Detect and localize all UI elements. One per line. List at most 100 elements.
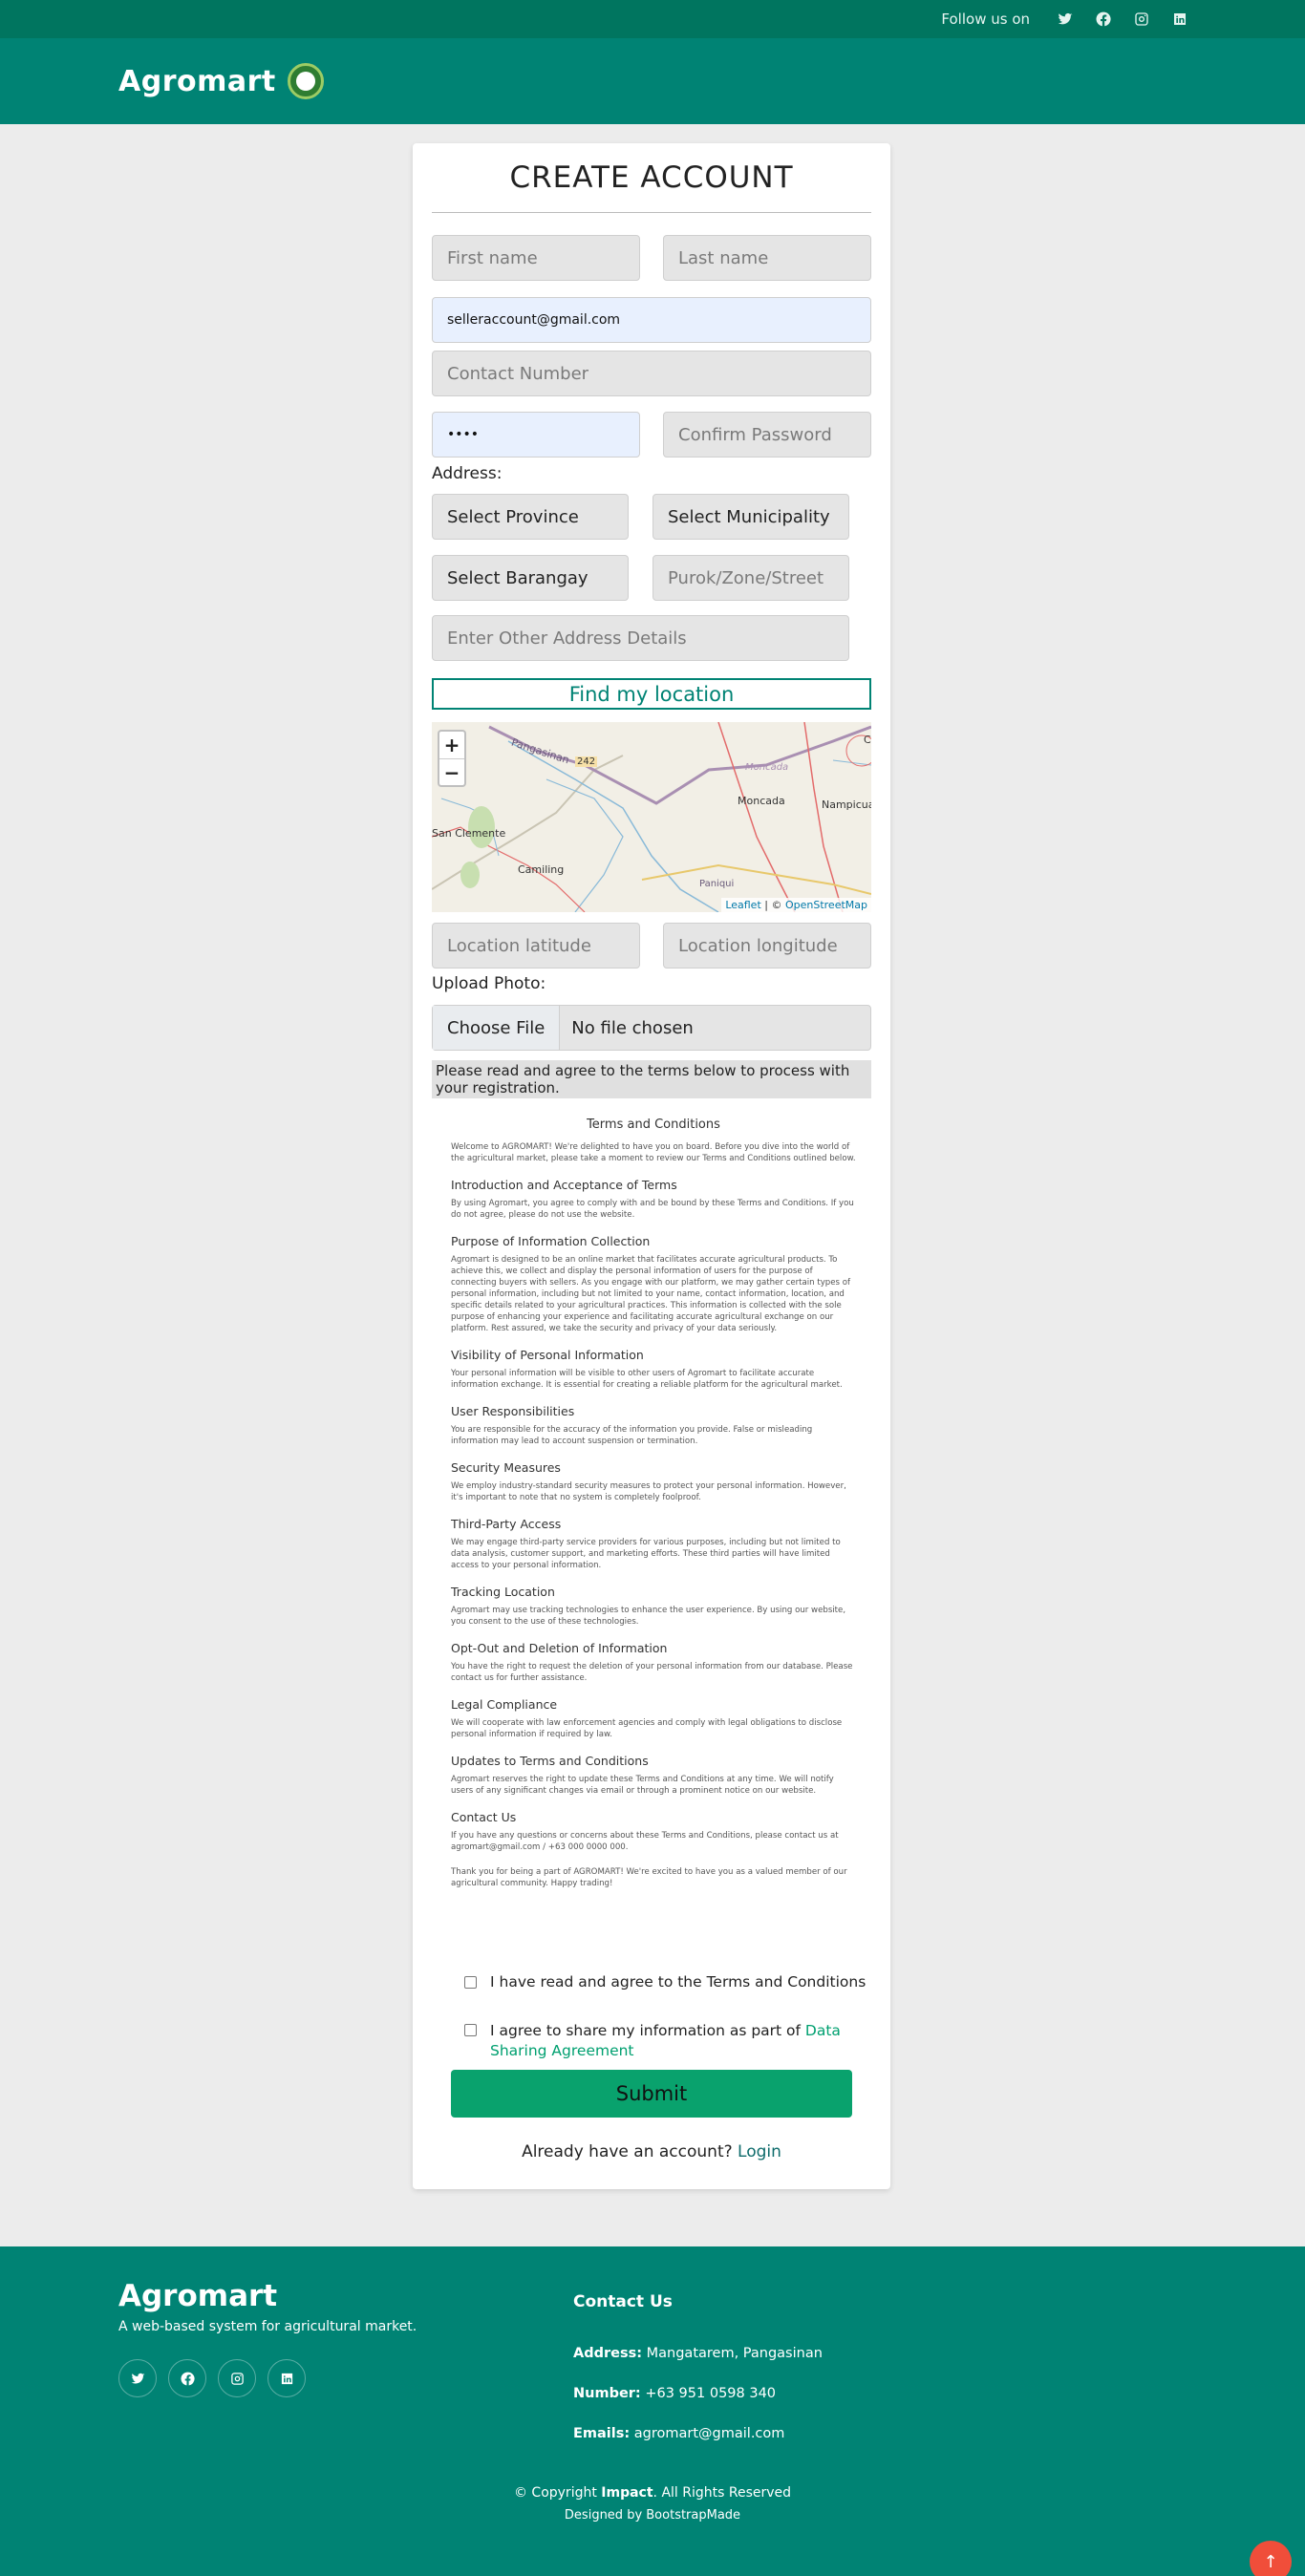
copyright: © Copyright Impact. All Rights Reserved [0,2485,1305,2501]
terms-section-body: We employ industry-standard security mea… [451,1481,846,1502]
map-label: C [864,734,871,746]
map-label: San Clemente [432,827,506,840]
terms-section-body: Agromart reserves the right to update th… [451,1775,834,1796]
number-value: +63 951 0598 340 [640,2386,777,2401]
emails-value: agromart@gmail.com [630,2426,785,2441]
other-address-input[interactable]: Enter Other Address Details [432,615,849,661]
copyright-brand: Impact [601,2485,653,2501]
terms-section-body: Agromart is designed to be an online mar… [451,1255,851,1333]
site-header: Agromart [0,38,1305,124]
longitude-input[interactable]: Location longitude [663,923,871,969]
terms-section-heading: Purpose of Information Collection [451,1234,651,1248]
terms-intro: Welcome to AGROMART! We're delighted to … [451,1142,856,1163]
upload-photo-label: Upload Photo: [432,974,546,993]
footer-socials [118,2359,306,2397]
location-map[interactable]: + − Pangasinan 242 Moncada Moncada Nampi… [432,722,871,912]
terms-section-body: You are responsible for the accuracy of … [451,1425,813,1446]
map-label: Nampicuan [822,798,871,811]
terms-section-body: By using Agromart, you agree to comply w… [451,1199,854,1220]
terms-section-body: Agromart may use tracking technologies t… [451,1606,846,1627]
photo-file-input[interactable]: Choose File No file chosen [432,1005,871,1051]
choose-file-button[interactable]: Choose File [433,1006,561,1050]
latitude-input[interactable]: Location latitude [432,923,640,969]
terms-and-conditions: Terms and Conditions Welcome to AGROMART… [451,1118,856,1889]
terms-section-body: You have the right to request the deleti… [451,1662,853,1683]
zoom-out-button[interactable]: − [439,758,464,785]
designed-by: Designed by BootstrapMade [564,2508,741,2523]
facebook-icon[interactable] [168,2359,206,2397]
municipality-select[interactable]: Select Municipality [652,494,849,540]
data-sharing-agreement[interactable]: I agree to share my information as part … [464,2021,846,2061]
password-input[interactable]: •••• [432,412,640,458]
scroll-to-top-button[interactable]: ↑ [1250,2541,1292,2576]
data-sharing-label: I agree to share my information as part … [490,2021,846,2061]
number-label: Number: [573,2386,641,2401]
leaflet-link[interactable]: Leaflet [725,899,760,911]
map-label: Paniqui [699,879,735,889]
contact-number-input[interactable]: Contact Number [432,351,871,396]
openstreetmap-link[interactable]: OpenStreetMap [785,899,867,911]
terms-section-heading: User Responsibilities [451,1404,575,1418]
email-input[interactable]: selleraccount@gmail.com [432,297,871,343]
site-footer: Agromart A web-based system for agricult… [0,2246,1305,2576]
registration-card: CREATE ACCOUNT First name Last name sell… [413,143,890,2189]
linkedin-icon[interactable] [1171,11,1188,28]
terms-section-heading: Visibility of Personal Information [451,1348,644,1362]
terms-section-heading: Introduction and Acceptance of Terms [451,1178,677,1192]
terms-title: Terms and Conditions [587,1118,720,1132]
terms-checkbox[interactable] [464,1976,477,1989]
find-location-button[interactable]: Find my location [432,678,871,710]
footer-emails: Emails: agromart@gmail.com [573,2426,784,2441]
barangay-select[interactable]: Select Barangay [432,555,629,601]
map-label: Moncada [738,795,785,807]
data-sharing-text: I agree to share my information as part … [490,2022,805,2039]
terms-checkbox-label: I have read and agree to the Terms and C… [490,1973,866,1991]
data-sharing-checkbox[interactable] [464,2024,477,2036]
address-value: Mangatarem, Pangasinan [642,2346,823,2361]
terms-section-heading: Updates to Terms and Conditions [451,1754,649,1768]
instagram-icon[interactable] [1133,11,1150,28]
address-label: Address: [573,2346,643,2361]
confirm-password-input[interactable]: Confirm Password [663,412,871,458]
login-link[interactable]: Login [738,2142,781,2161]
street-input[interactable]: Purok/Zone/Street [652,555,849,601]
terms-section-heading: Security Measures [451,1460,561,1475]
submit-button[interactable]: Submit [451,2070,852,2118]
top-bar: Follow us on [0,0,1305,38]
follow-us-label: Follow us on [941,11,1030,28]
terms-section-heading: Opt-Out and Deletion of Information [451,1641,668,1655]
map-label: Camiling [518,863,565,876]
terms-closing: Thank you for being a part of AGROMART! … [451,1867,847,1888]
footer-address: Address: Mangatarem, Pangasinan [573,2346,823,2361]
terms-agreement[interactable]: I have read and agree to the Terms and C… [464,1973,866,1991]
linkedin-icon[interactable] [267,2359,306,2397]
page-title: CREATE ACCOUNT [509,160,794,195]
file-status: No file chosen [571,1017,694,1038]
twitter-icon[interactable] [1057,11,1074,28]
terms-section-heading: Tracking Location [451,1585,555,1599]
last-name-input[interactable]: Last name [663,235,871,281]
terms-section-body: We may engage third-party service provid… [451,1538,841,1570]
zoom-in-button[interactable]: + [439,732,464,758]
cart-logo-icon [287,63,324,99]
footer-contact-heading: Contact Us [573,2292,673,2311]
map-zoom-controls: + − [438,730,466,787]
terms-section-body: We will cooperate with law enforcement a… [451,1718,843,1739]
brand-logo-text[interactable]: Agromart [118,65,276,98]
attribution-separator: | © [760,899,785,911]
first-name-input[interactable]: First name [432,235,640,281]
terms-section-heading: Third-Party Access [451,1517,562,1531]
province-select[interactable]: Select Province [432,494,629,540]
login-prompt-text: Already have an account? [522,2142,738,2161]
footer-brand[interactable]: Agromart [118,2279,277,2313]
twitter-icon[interactable] [118,2359,157,2397]
facebook-icon[interactable] [1095,11,1112,28]
footer-tagline: A web-based system for agricultural mark… [118,2319,417,2334]
instagram-icon[interactable] [218,2359,256,2397]
map-attribution: Leaflet | © OpenStreetMap [721,898,871,912]
terms-section-body: Your personal information will be visibl… [451,1369,843,1390]
emails-label: Emails: [573,2426,631,2441]
copyright-pre: © Copyright [513,2485,602,2501]
terms-section-heading: Legal Compliance [451,1697,558,1712]
map-label: Moncada [745,762,789,773]
